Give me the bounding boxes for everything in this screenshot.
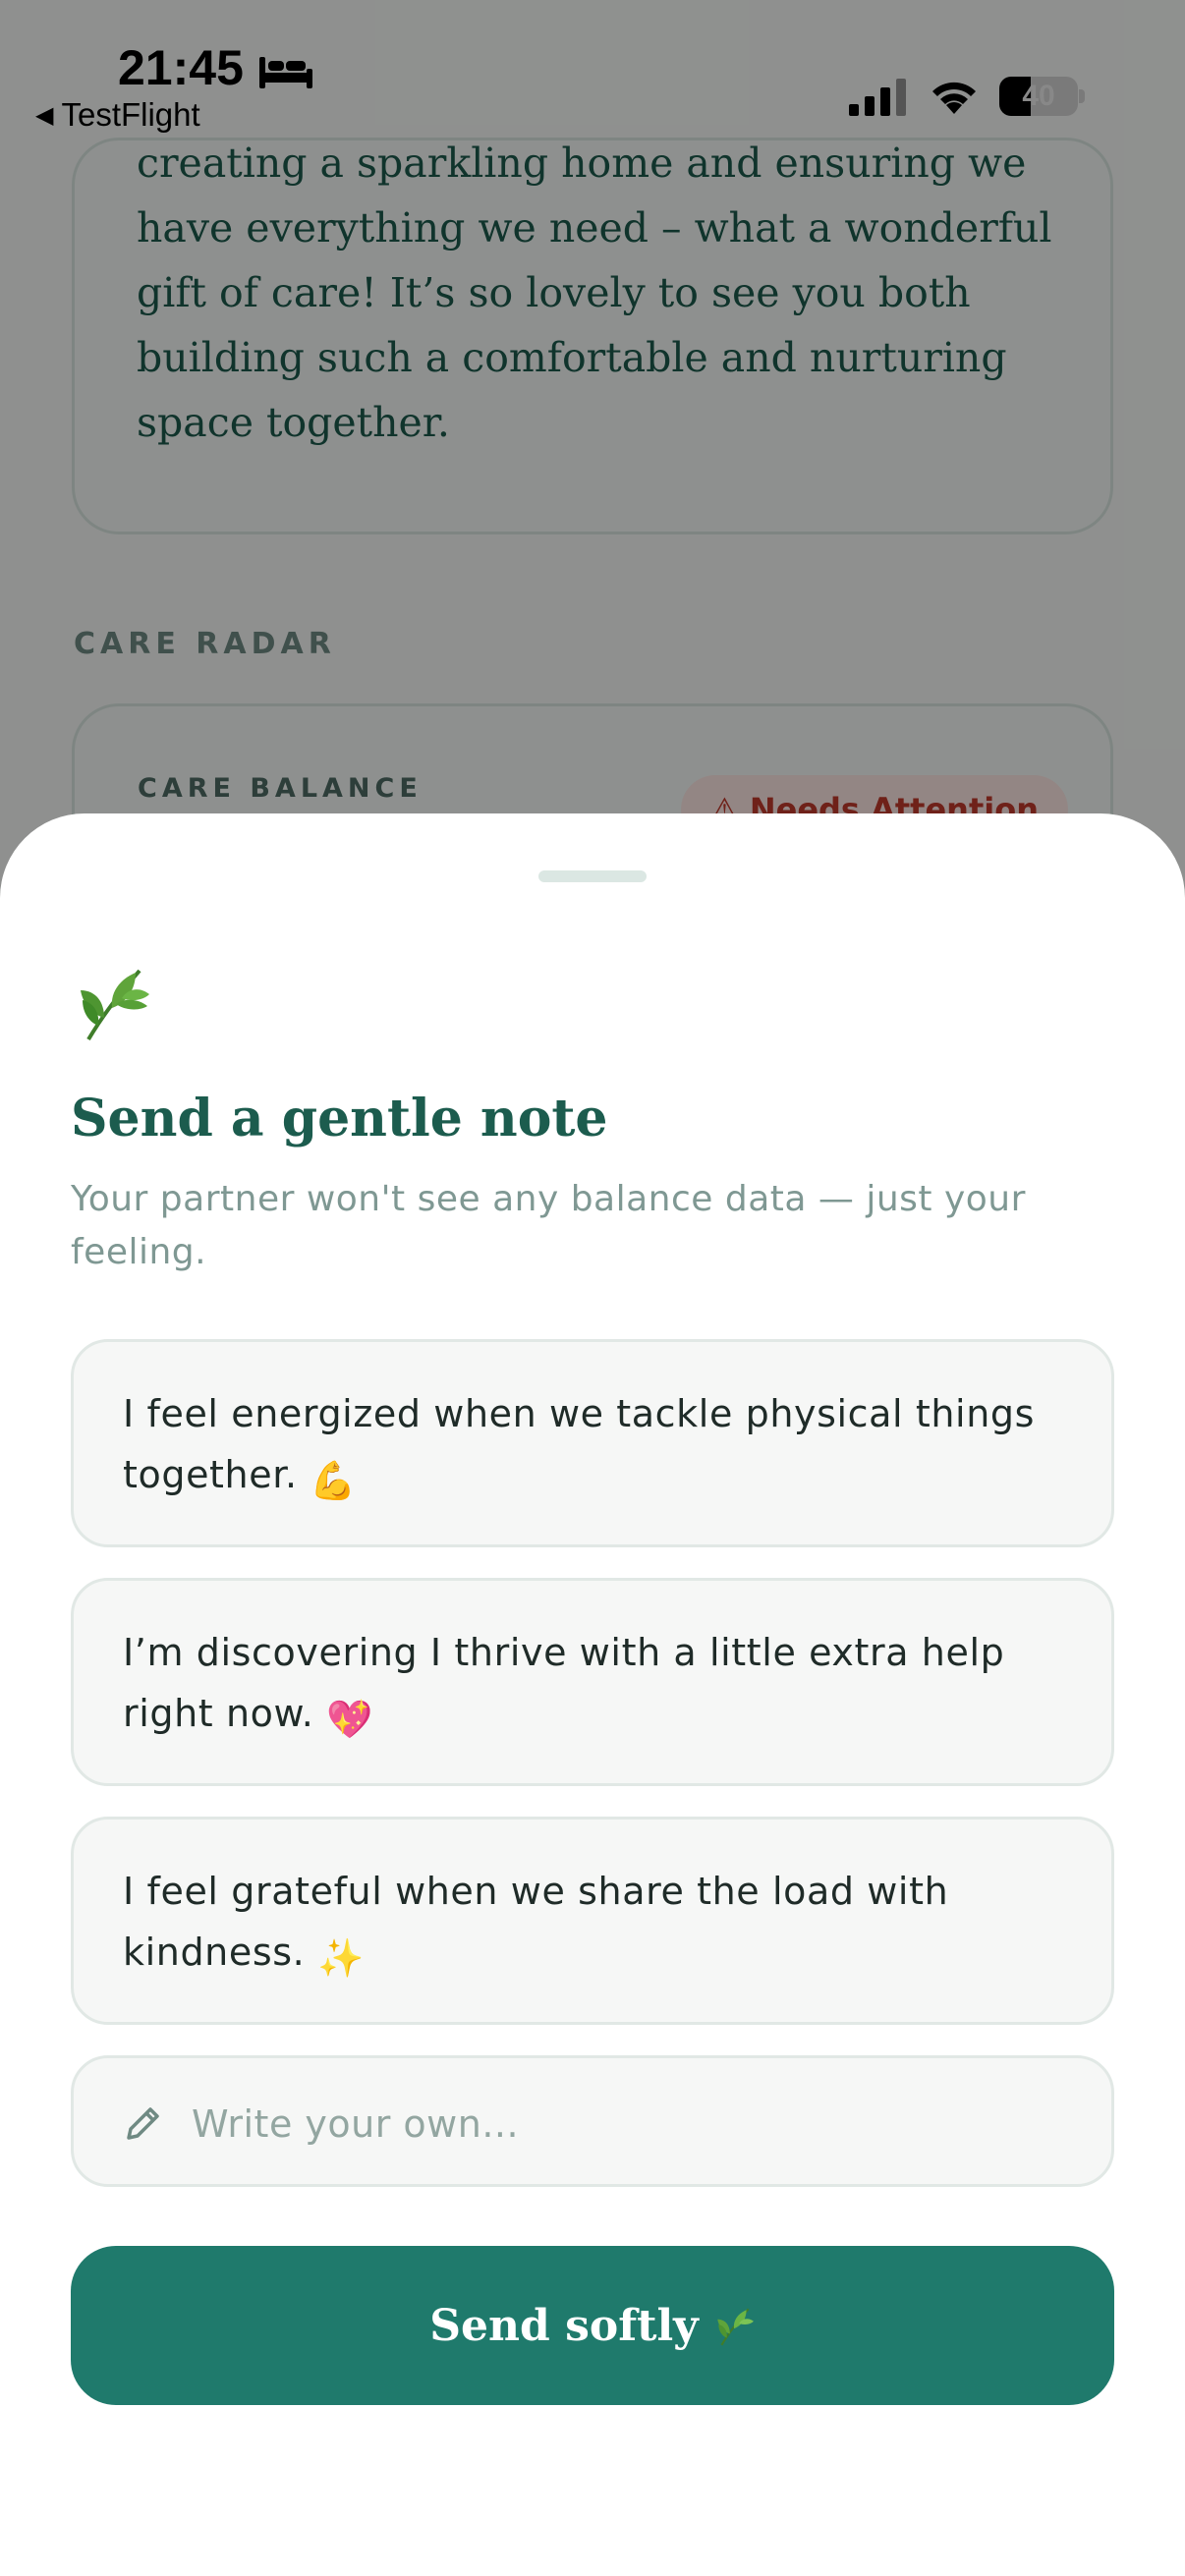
note-option-text: I feel energized when we tackle physical… <box>123 1392 1036 1496</box>
flexed-biceps-emoji: 💪 <box>310 1459 358 1502</box>
write-own-field[interactable] <box>71 2055 1114 2187</box>
back-label: TestFlight <box>61 96 200 133</box>
leaf-icon <box>716 2308 754 2346</box>
sparkles-emoji: ✨ <box>317 1936 365 1980</box>
sparkling-heart-emoji: 💖 <box>326 1698 373 1741</box>
wifi-icon <box>932 82 976 114</box>
battery-level-text: 40 <box>1022 80 1055 112</box>
note-option-text: I’m discovering I thrive with a little e… <box>123 1631 1005 1735</box>
leaf-icon <box>81 969 149 1041</box>
send-button-label: Send softly <box>429 2300 699 2351</box>
back-to-testflight-link[interactable]: ◀ TestFlight <box>35 96 200 134</box>
status-time: 21:45 <box>118 40 244 95</box>
cellular-signal-icon <box>849 79 906 116</box>
note-option[interactable]: I feel grateful when we share the load w… <box>71 1817 1114 2025</box>
send-softly-button[interactable]: Send softly <box>71 2246 1114 2405</box>
note-option[interactable]: I’m discovering I thrive with a little e… <box>71 1578 1114 1786</box>
note-option-text: I feel grateful when we share the load w… <box>123 1870 949 1974</box>
sheet-subtitle: Your partner won't see any balance data … <box>71 1179 1026 1272</box>
back-caret-icon: ◀ <box>35 102 54 129</box>
pencil-icon <box>127 2107 159 2140</box>
sheet-grabber[interactable] <box>538 870 647 882</box>
bed-icon <box>259 57 312 88</box>
note-option[interactable]: I feel energized when we tackle physical… <box>71 1339 1114 1547</box>
sheet-title: Send a gentle note <box>71 1089 608 1148</box>
status-bar: 21:45 ◀ TestFlight 40 <box>0 0 1185 138</box>
write-own-input[interactable] <box>190 2086 1058 2162</box>
battery-icon: 40 <box>999 77 1078 116</box>
gentle-note-sheet: Send a gentle note Your partner won't se… <box>0 813 1185 2576</box>
battery-cap <box>1079 89 1085 103</box>
